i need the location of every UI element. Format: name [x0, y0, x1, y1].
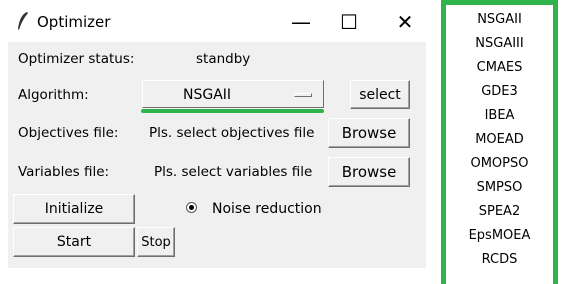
objectives-browse-button[interactable]: Browse: [328, 118, 410, 148]
algorithm-menu-button[interactable]: NSGAII: [142, 80, 324, 108]
objectives-label: Objectives file:: [18, 125, 119, 141]
window-title: Optimizer: [37, 13, 111, 31]
status-value: standby: [196, 51, 251, 67]
dropdown-item-cmaes[interactable]: CMAES: [446, 60, 553, 75]
dropdown-item-ibea[interactable]: IBEA: [446, 108, 553, 123]
variables-browse-button[interactable]: Browse: [328, 157, 410, 187]
minimize-button[interactable]: —: [281, 8, 321, 36]
close-button[interactable]: ✕: [385, 8, 425, 36]
dropdown-item-spea2[interactable]: SPEA2: [446, 204, 553, 219]
optimizer-window: Optimizer — ☐ ✕ Optimizer status: standb…: [0, 0, 434, 284]
variables-label: Variables file:: [18, 164, 110, 180]
dropdown-item-nsgaiii[interactable]: NSGAIII: [446, 36, 553, 51]
algorithm-selected: NSGAII: [183, 87, 232, 103]
dropdown-item-smpso[interactable]: SMPSO: [446, 180, 553, 195]
dropdown-item-epsmoea[interactable]: EpsMOEA: [446, 228, 553, 243]
dropdown-item-nsgaii[interactable]: NSGAII: [446, 12, 553, 27]
algorithm-label: Algorithm:: [18, 87, 89, 103]
dropdown-item-gde3[interactable]: GDE3: [446, 84, 553, 99]
noise-reduction-radio[interactable]: [186, 202, 197, 213]
select-button[interactable]: select: [350, 80, 410, 109]
title-bar[interactable]: Optimizer — ☐ ✕: [0, 0, 434, 42]
dropdown-item-rcds[interactable]: RCDS: [446, 252, 553, 267]
algorithm-dropdown-list: NSGAII NSGAIII CMAES GDE3 IBEA MOEAD OMO…: [441, 0, 558, 284]
dropdown-item-moead[interactable]: MOEAD: [446, 132, 553, 147]
variables-file-value: Pls. select variables file: [154, 164, 313, 180]
algorithm-highlight-bar: [141, 109, 324, 113]
objectives-file-value: Pls. select objectives file: [149, 125, 315, 141]
stop-button[interactable]: Stop: [137, 227, 175, 257]
feather-icon: [18, 12, 28, 30]
status-label: Optimizer status:: [18, 51, 135, 67]
initialize-button[interactable]: Initialize: [13, 194, 135, 224]
noise-reduction-label[interactable]: Noise reduction: [212, 201, 322, 217]
maximize-button[interactable]: ☐: [329, 8, 369, 36]
start-button[interactable]: Start: [13, 227, 135, 257]
option-menu-indicator-icon: [294, 93, 312, 97]
dropdown-item-omopso[interactable]: OMOPSO: [446, 156, 553, 171]
